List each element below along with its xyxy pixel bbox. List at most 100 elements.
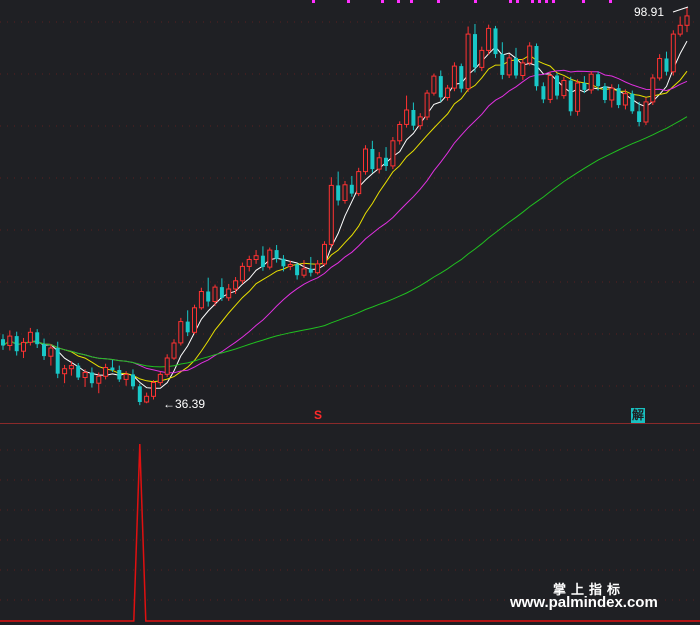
top-marker-dot [474, 0, 477, 3]
candle-down [260, 255, 265, 267]
candle-up [68, 365, 74, 370]
top-marker-dot [545, 0, 548, 3]
candle-down [274, 250, 279, 259]
top-marker-dot [381, 0, 384, 3]
candle-up [287, 264, 293, 267]
candle-up [390, 140, 396, 167]
candle-up [103, 367, 109, 377]
candle-up [239, 265, 245, 282]
top-marker-dot [437, 0, 440, 3]
candle-down [336, 185, 341, 201]
candle-up [233, 280, 239, 290]
candle-up [520, 62, 526, 77]
candle-down [630, 93, 635, 112]
candle-down [89, 372, 94, 384]
top-marker-dot [538, 0, 541, 3]
candle-up [650, 77, 656, 103]
candle-down [541, 86, 546, 100]
candle-up [82, 372, 88, 378]
candle-down [110, 367, 115, 370]
candle-up [48, 347, 54, 357]
top-marker-dot [552, 0, 555, 3]
candle-up [657, 58, 663, 79]
candle-up [506, 57, 512, 76]
watermark-url: www.palmindex.com [510, 594, 658, 611]
candle-down [42, 344, 46, 357]
candle-up [21, 341, 26, 352]
candle-up [376, 157, 382, 170]
candle-up [151, 382, 156, 397]
top-marker-dot [582, 0, 585, 3]
candle-up [404, 109, 410, 125]
candle-down [582, 83, 587, 90]
high-price-arrow [672, 6, 689, 13]
candle-down [281, 258, 286, 267]
candle-up [212, 286, 218, 303]
candle-up [157, 373, 163, 384]
candle-up [356, 171, 362, 195]
candle-up [424, 92, 430, 118]
candle-down [131, 374, 135, 387]
candle-up [445, 87, 451, 98]
candle-down [500, 54, 505, 75]
candle-down [137, 386, 142, 402]
candle-up [246, 259, 252, 267]
candle-down [616, 88, 621, 106]
candle-up [588, 73, 594, 91]
stock-chart [0, 0, 700, 622]
candle-down [349, 184, 354, 194]
candle-up [431, 75, 437, 94]
candle-up [609, 87, 615, 101]
candle-up [123, 373, 129, 380]
candle-down [117, 370, 122, 380]
buy-signal-marker: S [314, 408, 323, 422]
candle-down [219, 287, 224, 298]
candle-up [397, 124, 403, 142]
candle-up [561, 80, 567, 97]
candle-up [547, 75, 553, 100]
candle-up [171, 342, 177, 359]
candle-up [363, 148, 368, 173]
top-marker-dot [516, 0, 519, 3]
candle-down [602, 86, 607, 100]
high-price-value: 98.91 [634, 5, 665, 19]
candle-down [76, 365, 81, 378]
top-marker-dot [609, 0, 612, 3]
high-price-label: 98.91 [634, 5, 664, 19]
candle-up [27, 331, 33, 343]
candle-up [417, 116, 423, 127]
candle-up [643, 101, 649, 123]
candle-down [55, 348, 60, 374]
candle-down [664, 58, 669, 72]
candle-down [459, 66, 464, 89]
candle-up [486, 27, 492, 51]
candle-up [144, 395, 150, 403]
candle-up [253, 255, 259, 260]
candle-down [35, 332, 40, 345]
low-price-value: 36.39 [175, 397, 206, 411]
candle-up [62, 368, 68, 375]
candle-down [411, 110, 416, 126]
ma-line [2, 116, 688, 368]
ma-line [2, 54, 688, 383]
candle-down [1, 339, 5, 346]
candle-up [465, 33, 471, 90]
top-marker-dot [397, 0, 400, 3]
top-marker-dot [347, 0, 350, 3]
candle-up [198, 291, 204, 309]
candle-up [267, 249, 273, 268]
candle-down [438, 76, 443, 98]
candle-up [342, 184, 348, 202]
candle-up [164, 357, 170, 375]
top-marker-dot [312, 0, 315, 3]
candle-down [596, 74, 601, 87]
candle-up [670, 33, 676, 73]
candle-up [527, 45, 533, 64]
low-price-label: ←36.39 [163, 397, 206, 411]
candle-down [473, 34, 477, 68]
candle-up [315, 263, 321, 274]
candle-down [370, 149, 375, 170]
candle-down [637, 111, 642, 122]
top-marker-dot [531, 0, 534, 3]
candle-down [185, 321, 190, 333]
